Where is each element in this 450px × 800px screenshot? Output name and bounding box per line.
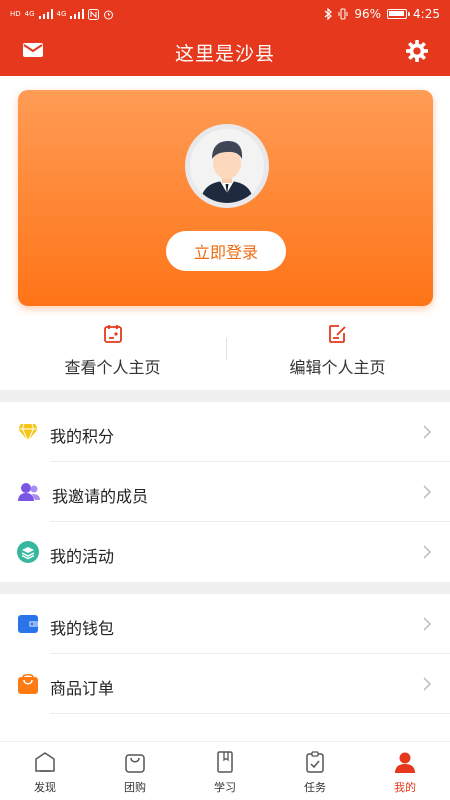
gear-icon[interactable]: [406, 40, 428, 66]
menu-item-points[interactable]: 我的积分: [0, 402, 450, 462]
menu-item-label: 我的钱包: [50, 619, 115, 638]
section-gap-2: [0, 582, 450, 594]
clock: 4:25: [413, 7, 440, 21]
network-chip-2: 4G: [56, 9, 67, 18]
edit-note-icon: [328, 325, 346, 343]
chevron-right-icon: [423, 677, 432, 691]
group-buy-icon: [125, 754, 145, 773]
tab-me[interactable]: 我的: [360, 742, 450, 800]
mail-icon[interactable]: [22, 41, 44, 63]
tab-label: 任务: [304, 781, 326, 794]
id-card-icon: [103, 325, 122, 343]
battery-icon: [387, 9, 411, 19]
task-icon: [306, 751, 324, 773]
page-title: 这里是沙县: [174, 42, 275, 65]
bluetooth-icon: [324, 8, 333, 20]
edit-profile-label: 编辑个人主页: [289, 358, 386, 377]
signal-icon-2: [70, 9, 85, 19]
shopping-bag-icon: [17, 673, 39, 695]
discover-icon: [35, 752, 55, 772]
members-icon: [17, 481, 40, 503]
wallet-icon: [17, 613, 39, 635]
chevron-right-icon: [423, 545, 432, 559]
edit-profile-button[interactable]: 编辑个人主页: [225, 316, 450, 386]
profile-actions: 查看个人主页 编辑个人主页: [0, 316, 450, 386]
me-icon: [395, 752, 415, 773]
signal-icon: [38, 9, 53, 19]
hd-chip: HD: [10, 9, 21, 18]
chevron-right-icon: [423, 485, 432, 499]
tab-label: 学习: [214, 781, 236, 794]
view-profile-label: 查看个人主页: [64, 358, 161, 377]
tab-label: 团购: [124, 781, 146, 794]
app-header: 这里是沙县: [0, 28, 450, 76]
study-icon: [217, 751, 233, 773]
menu-item-label: 我的活动: [50, 547, 115, 566]
alarm-icon: [104, 10, 114, 19]
menu-item-label: 商品订单: [50, 679, 115, 698]
chevron-right-icon: [423, 425, 432, 439]
tab-discover[interactable]: 发现: [0, 742, 90, 800]
status-bar: HD 4G 4G 96% 4:25: [0, 0, 450, 28]
menu-item-activities[interactable]: 我的活动: [0, 522, 450, 582]
tab-label: 我的: [394, 781, 416, 794]
bottom-nav: 发现 团购 学习 任务 我的: [0, 741, 450, 800]
status-right: 96% 4:25: [324, 7, 440, 21]
menu-item-orders[interactable]: 商品订单: [0, 654, 450, 714]
menu-item-wallet[interactable]: 我的钱包: [0, 594, 450, 654]
diamond-icon: [17, 421, 39, 443]
status-left: HD 4G 4G: [10, 8, 114, 20]
user-avatar-icon[interactable]: [185, 124, 269, 208]
profile-card: 立即登录: [18, 90, 433, 306]
menu-item-label: 我的积分: [50, 427, 115, 446]
network-chip-1: 4G: [24, 9, 35, 18]
actions-divider: [226, 338, 227, 360]
login-button[interactable]: 立即登录: [166, 231, 286, 271]
tab-label: 发现: [34, 781, 56, 794]
tab-group-buy[interactable]: 团购: [90, 742, 180, 800]
view-profile-button[interactable]: 查看个人主页: [0, 316, 225, 386]
battery-percent: 96%: [354, 7, 382, 21]
section-gap-1: [0, 390, 450, 402]
nfc-icon: [88, 8, 100, 20]
layers-icon: [17, 541, 39, 563]
row-divider: [50, 713, 450, 714]
tab-task[interactable]: 任务: [270, 742, 360, 800]
menu-item-label: 我邀请的成员: [52, 487, 149, 506]
vibrate-icon: [338, 8, 348, 20]
chevron-right-icon: [423, 617, 432, 631]
menu-item-invited-members[interactable]: 我邀请的成员: [0, 462, 450, 522]
tab-study[interactable]: 学习: [180, 742, 270, 800]
